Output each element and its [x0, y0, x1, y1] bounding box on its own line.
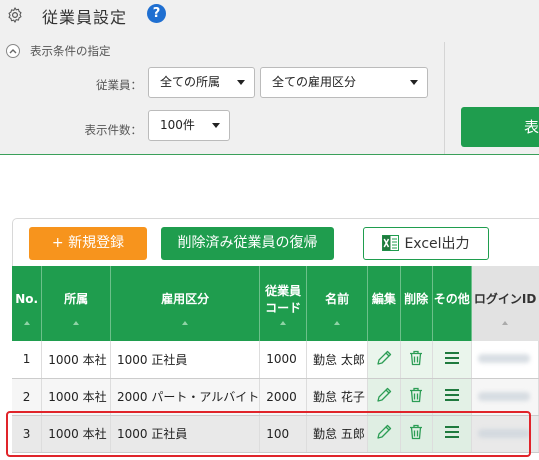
filter-panel: 表示条件の指定 従業員： 全ての所属 全ての雇用区分 表示件数： 100件	[0, 30, 539, 155]
chevron-down-icon	[237, 80, 245, 85]
help-icon[interactable]: ?	[147, 4, 166, 23]
cell-dept: 1000 本社	[41, 378, 112, 416]
restore-deleted-button[interactable]: 削除済み従業員の復帰	[161, 227, 334, 260]
department-select-value: 全ての所属	[160, 75, 221, 89]
column-header-emptype[interactable]: 雇用区分	[110, 266, 261, 341]
title-bar: 従業員設定 ?	[0, 0, 539, 30]
other-cell	[432, 378, 472, 416]
cell-dept: 1000 本社	[41, 341, 112, 379]
cell-name: 勤怠 太郎	[306, 341, 369, 379]
filter-heading: 表示条件の指定	[30, 44, 111, 58]
employee-settings-page: 従業員設定 ? 表示条件の指定 従業員： 全ての所属 全ての雇用区分 表示件数：…	[0, 0, 539, 460]
employee-label: 従業員：	[96, 78, 142, 92]
column-header-name[interactable]: 名前	[306, 266, 369, 341]
department-select[interactable]: 全ての所属	[148, 67, 255, 98]
cell-code: 2000	[259, 378, 308, 416]
cell-emptype: 1000 正社員	[110, 341, 261, 379]
redacted-login-id	[477, 391, 530, 401]
employment-type-select[interactable]: 全ての雇用区分	[260, 67, 428, 98]
table-header-row: No. 所属 雇用区分 従業員 コード 名前 編集 削除 その他 ログインID	[12, 266, 539, 341]
count-select[interactable]: 100件	[148, 110, 230, 141]
edit-cell	[367, 378, 401, 416]
cell-login-id	[471, 341, 539, 379]
count-label: 表示件数：	[84, 123, 143, 137]
divider	[444, 42, 445, 154]
column-header-dept[interactable]: 所属	[41, 266, 112, 341]
table-row[interactable]: 2 1000 本社 2000 パート・アルバイト 2000 勤怠 花子	[12, 378, 539, 416]
cell-name: 勤怠 花子	[306, 378, 369, 416]
excel-icon	[382, 235, 400, 251]
gear-icon	[8, 7, 22, 23]
employment-type-select-value: 全ての雇用区分	[272, 75, 357, 89]
column-header-no[interactable]: No.	[12, 266, 43, 341]
pencil-icon[interactable]	[375, 349, 393, 367]
cell-code: 1000	[259, 341, 308, 379]
other-cell	[432, 341, 472, 379]
display-button[interactable]: 表	[461, 107, 539, 147]
cell-no: 1	[12, 341, 43, 379]
column-header-delete: 削除	[400, 266, 433, 341]
excel-export-button[interactable]: Excel出力	[363, 227, 489, 260]
cell-emptype: 2000 パート・アルバイト	[110, 378, 261, 416]
pencil-icon[interactable]	[375, 386, 393, 404]
column-header-other: その他	[432, 266, 472, 341]
excel-export-label: Excel出力	[404, 236, 470, 252]
collapse-icon[interactable]	[6, 44, 20, 58]
chevron-down-icon	[212, 123, 220, 128]
cell-no: 2	[12, 378, 43, 416]
column-header-login[interactable]: ログインID	[471, 266, 539, 341]
highlight-box	[6, 411, 531, 457]
page-title: 従業員設定	[42, 8, 128, 27]
redacted-login-id	[477, 354, 530, 364]
delete-cell	[400, 378, 433, 416]
menu-icon[interactable]	[443, 387, 461, 403]
trash-icon[interactable]	[407, 386, 425, 404]
delete-cell	[400, 341, 433, 379]
menu-icon[interactable]	[443, 350, 461, 366]
new-register-button[interactable]: + 新規登録	[29, 227, 147, 260]
table-row[interactable]: 1 1000 本社 1000 正社員 1000 勤怠 太郎	[12, 341, 539, 379]
edit-cell	[367, 341, 401, 379]
trash-icon[interactable]	[407, 349, 425, 367]
column-header-code[interactable]: 従業員 コード	[259, 266, 308, 341]
count-select-value: 100件	[160, 118, 195, 132]
action-bar: + 新規登録 削除済み従業員の復帰 Excel出力	[12, 218, 539, 266]
chevron-down-icon	[410, 80, 418, 85]
column-header-edit: 編集	[367, 266, 401, 341]
cell-login-id	[471, 378, 539, 416]
